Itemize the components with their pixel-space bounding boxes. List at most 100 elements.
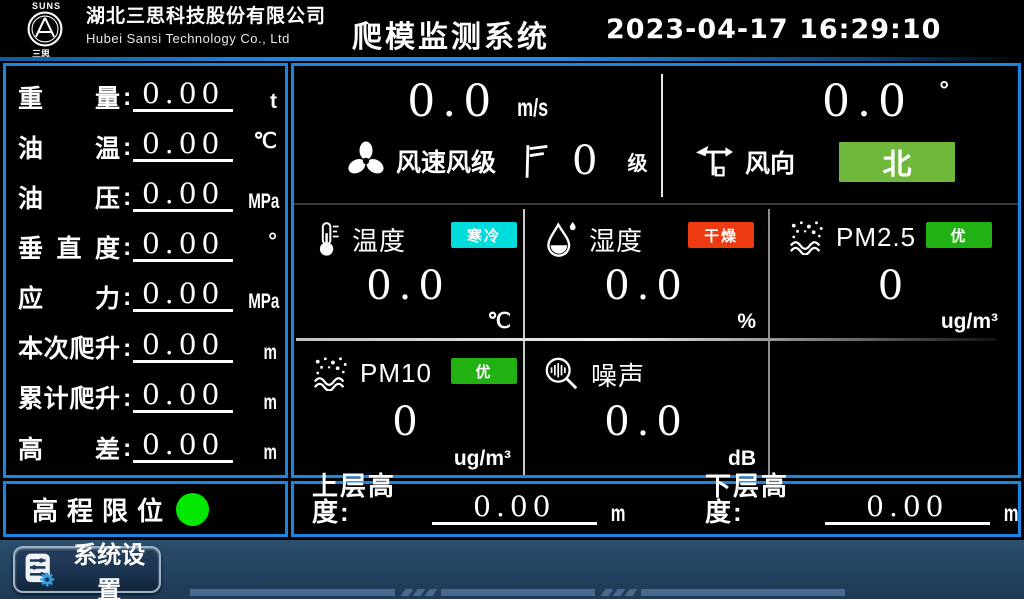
- measurement-row-verticality: 垂直度: 0.00 °: [6, 220, 285, 270]
- measurement-label: 垂直度: [18, 236, 120, 262]
- page-title: 爬模监测系统: [352, 12, 550, 56]
- measurement-label: 本次爬升: [18, 336, 120, 362]
- measurement-row-oil-temp: 油温: 0.00 ℃: [6, 120, 285, 170]
- sensor-unit: dB: [728, 447, 756, 471]
- lower-height-label: 下层高度:: [705, 473, 825, 525]
- sensor-label: 噪声: [591, 356, 645, 393]
- wind-speed-label: 风速风级: [396, 143, 496, 179]
- wind-level-icon: [520, 140, 550, 182]
- footer-decoration: [601, 589, 614, 596]
- humidity-status-badge: 干燥: [688, 222, 754, 248]
- sensor-value: 0: [770, 263, 1018, 309]
- sensor-value: 0: [294, 399, 523, 445]
- wind-direction-block: 0.0 ° 风向 北: [663, 66, 1018, 203]
- footer-decoration: [413, 589, 426, 596]
- measurement-row-height-diff: 高差: 0.00 m: [6, 421, 285, 471]
- wind-direction-info: 风向 北: [693, 142, 955, 182]
- wind-section: 0.0 m/s 风速风级: [294, 66, 1018, 203]
- heights-panel: 上层高度: 0.00 m 下层高度: 0.00 m: [291, 481, 1021, 537]
- footer-decoration: [613, 589, 626, 596]
- lower-height-group: 下层高度: 0.00 m: [705, 473, 1018, 525]
- measurement-unit: m: [248, 392, 277, 413]
- measurement-label: 重量: [18, 86, 120, 112]
- system-settings-button[interactable]: 系统设置: [13, 546, 161, 593]
- sensor-unit: ℃: [487, 309, 511, 334]
- measurement-row-total-climb: 累计爬升: 0.00 m: [6, 371, 285, 421]
- wind-vane-icon: [693, 143, 737, 181]
- wind-direction-button[interactable]: 北: [839, 142, 955, 182]
- pm10-status-badge: 优: [451, 358, 517, 384]
- wind-direction-label: 风向: [745, 144, 795, 180]
- logo-icon: [26, 10, 64, 48]
- measurement-value: 0.00: [133, 431, 233, 463]
- wind-direction-value: 0.0: [822, 76, 913, 127]
- particles-icon: [788, 219, 826, 255]
- measurement-label: 累计爬升: [18, 386, 120, 412]
- temperature-status-badge: 寒冷: [451, 222, 517, 248]
- upper-height-unit: m: [610, 502, 625, 525]
- measurement-row-stress: 应力: 0.00 MPa: [6, 270, 285, 320]
- colon: :: [123, 384, 131, 413]
- colon: :: [123, 233, 131, 262]
- sensor-unit: ug/m³: [941, 310, 998, 334]
- elevation-limit-panel: 高程限位: [3, 481, 288, 537]
- footer-decoration: [625, 589, 638, 596]
- sensor-cell-temperature: 温度 寒冷 0.0 ℃: [294, 205, 523, 338]
- upper-height-group: 上层高度: 0.00 m: [312, 473, 625, 525]
- sensor-cell-noise: 噪声 0.0 dB: [525, 341, 768, 475]
- sensor-label: PM2.5: [836, 222, 916, 253]
- measurement-row-current-climb: 本次爬升: 0.00 m: [6, 320, 285, 370]
- footer-decoration: [401, 589, 414, 596]
- settings-sliders-icon: [23, 550, 58, 590]
- sensor-label: 温度: [352, 221, 406, 258]
- footer-decoration: [641, 589, 845, 596]
- wind-level-value: 0: [572, 138, 597, 184]
- environment-panel: 0.0 m/s 风速风级: [291, 63, 1021, 478]
- datetime-display: 2023-04-17 16:29:10: [606, 14, 941, 45]
- measurement-value: 0.00: [133, 280, 233, 312]
- sensor-label: PM10: [360, 358, 432, 389]
- sensor-value: 0.0: [525, 399, 768, 445]
- wind-direction-display: 0.0 °: [663, 76, 1018, 127]
- lower-height-unit: m: [1003, 502, 1018, 525]
- measurement-label: 油压: [18, 186, 120, 212]
- wind-speed-block: 0.0 m/s 风速风级: [294, 66, 661, 203]
- measurement-unit: MPa: [248, 191, 277, 212]
- monitoring-screen: SUNS 三思 湖北三思科技股份有限公司 Hubei Sansi Technol…: [0, 0, 1024, 599]
- wind-speed-display: 0.0 m/s: [294, 76, 661, 127]
- measurement-value: 0.00: [133, 130, 233, 162]
- colon: :: [123, 133, 131, 162]
- measurement-row-weight: 重量: 0.00 t: [6, 70, 285, 120]
- colon: :: [123, 183, 131, 212]
- footer-bar: 系统设置: [0, 540, 1024, 599]
- measurement-row-oil-pressure: 油压: 0.00 MPa: [6, 170, 285, 220]
- wind-speed-value: 0.0: [407, 76, 498, 127]
- measurement-unit: m: [248, 442, 277, 463]
- measurement-value: 0.00: [133, 331, 233, 363]
- wind-speed-unit: m/s: [517, 94, 548, 123]
- noise-icon: [543, 355, 581, 393]
- sensor-unit: ug/m³: [454, 447, 511, 471]
- particles-icon: [312, 355, 350, 391]
- sensor-cell-empty: [770, 341, 1018, 475]
- measurement-value: 0.00: [133, 381, 233, 413]
- measurement-unit: MPa: [248, 291, 277, 312]
- thermometer-icon: [312, 219, 342, 259]
- colon: :: [123, 334, 131, 363]
- header-bar: SUNS 三思 湖北三思科技股份有限公司 Hubei Sansi Technol…: [0, 0, 1024, 57]
- settings-button-label: 系统设置: [66, 535, 153, 599]
- measurement-unit: ℃: [237, 131, 277, 152]
- colon: :: [123, 83, 131, 112]
- upper-height-label: 上层高度:: [312, 473, 432, 525]
- measurement-value: 0.00: [133, 180, 233, 212]
- footer-decoration: [425, 589, 438, 596]
- wind-level-unit: 级: [627, 147, 647, 176]
- colon: :: [123, 283, 131, 312]
- upper-height-value: 0.00: [432, 493, 596, 525]
- sensor-cell-humidity: 湿度 干燥 0.0 %: [525, 205, 768, 338]
- measurement-unit: m: [248, 342, 277, 363]
- header-divider: [0, 57, 1024, 61]
- measurement-unit: t: [237, 91, 277, 112]
- colon: :: [123, 434, 131, 463]
- elevation-limit-label: 高程限位: [32, 491, 172, 528]
